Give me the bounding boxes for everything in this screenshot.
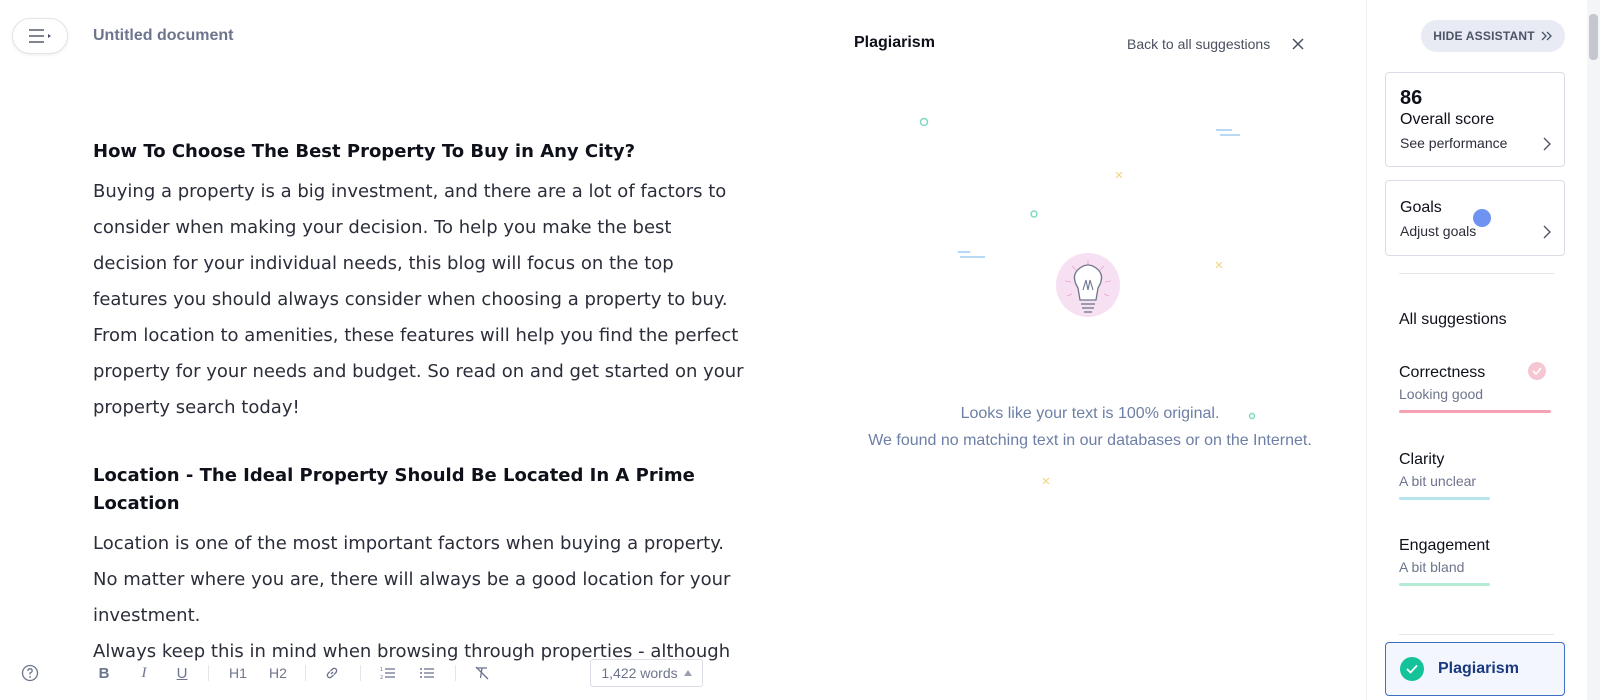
chevron-right-icon (1543, 225, 1551, 239)
check-circle-icon (1400, 657, 1424, 681)
goals-indicator-dot (1473, 209, 1491, 227)
double-chevron-right-icon (1541, 31, 1552, 41)
all-suggestions-link[interactable]: All suggestions (1399, 311, 1507, 329)
hide-assistant-label: HIDE ASSISTANT (1433, 29, 1535, 43)
menu-icon (29, 29, 51, 43)
clear-format-button[interactable] (470, 655, 494, 691)
numbered-list-button[interactable]: 1 2 (376, 655, 400, 691)
overall-score-label: Overall score (1400, 111, 1495, 128)
see-performance-link[interactable]: See performance (1400, 135, 1507, 151)
chevron-right-icon (1543, 137, 1551, 151)
h2-button[interactable]: H2 (264, 655, 292, 691)
format-toolbar: B I U H1 H2 1 2 1,422 words (0, 655, 760, 691)
caret-up-icon (683, 670, 692, 676)
svg-text:1: 1 (380, 667, 383, 673)
scrollbar[interactable] (1587, 0, 1600, 700)
back-to-suggestions-link[interactable]: Back to all suggestions (1127, 36, 1270, 52)
link-icon (326, 667, 338, 679)
adjust-goals-link[interactable]: Adjust goals (1400, 223, 1476, 239)
category-meter (1399, 583, 1491, 586)
bullet-list-button[interactable] (415, 655, 439, 691)
bullet-list-icon (420, 668, 434, 678)
overall-score-value: 86 (1400, 87, 1423, 109)
divider (1399, 634, 1554, 635)
scrollbar-thumb[interactable] (1589, 14, 1598, 60)
underline-button[interactable]: U (170, 655, 194, 691)
hide-assistant-button[interactable]: HIDE ASSISTANT (1421, 20, 1565, 52)
plagiarism-panel-title: Plagiarism (854, 34, 935, 51)
plagiarism-button-label: Plagiarism (1438, 660, 1519, 677)
paragraph-2: Location is one of the most important fa… (93, 533, 731, 626)
menu-button[interactable] (12, 18, 68, 54)
heading-2: Location - The Ideal Property Should Be … (93, 465, 695, 514)
svg-text:2: 2 (380, 675, 383, 681)
goals-card[interactable]: Goals Adjust goals (1385, 180, 1565, 256)
overall-score-card[interactable]: 86 Overall score See performance (1385, 72, 1565, 167)
italic-button[interactable]: I (132, 655, 156, 691)
paragraph-1: Buying a property is a big investment, a… (93, 181, 744, 418)
divider (1399, 273, 1554, 274)
document-title[interactable]: Untitled document (93, 27, 233, 45)
category-clarity[interactable]: Clarity A bit unclear (1399, 451, 1559, 500)
category-meter (1399, 497, 1491, 500)
bold-button[interactable]: B (92, 655, 116, 691)
word-count-label: 1,422 words (601, 665, 678, 681)
category-meter (1399, 410, 1551, 413)
plagiarism-button[interactable]: Plagiarism (1385, 642, 1565, 696)
plagiarism-result-message: Looks like your text is 100% original. W… (868, 405, 1312, 449)
goals-label: Goals (1400, 199, 1442, 216)
close-icon[interactable] (1288, 34, 1308, 54)
word-count-button[interactable]: 1,422 words (590, 659, 703, 687)
h1-button[interactable]: H1 (224, 655, 252, 691)
numbered-list-icon: 1 2 (380, 667, 395, 681)
checkmark-icon (1528, 362, 1546, 380)
heading-1: How To Choose The Best Property To Buy i… (93, 141, 636, 162)
category-engagement[interactable]: Engagement A bit bland (1399, 537, 1559, 586)
clear-format-icon (475, 666, 489, 680)
link-button[interactable] (320, 655, 344, 691)
editor[interactable]: How To Choose The Best Property To Buy i… (93, 138, 753, 670)
